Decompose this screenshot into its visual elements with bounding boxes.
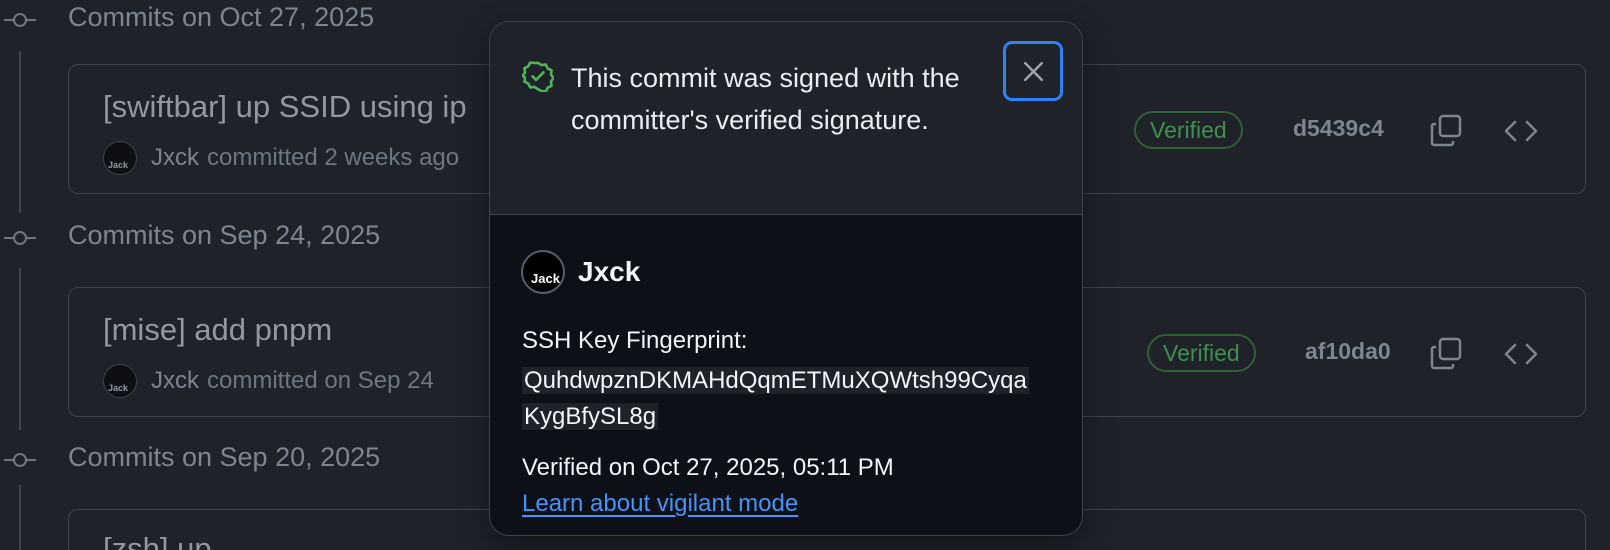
avatar-label: Jack (108, 160, 129, 170)
copy-icon[interactable] (1427, 111, 1467, 151)
commit-node-icon (4, 230, 36, 246)
committed-text: committed on Sep 24 (207, 367, 434, 394)
group-title: Commits on Sep 20, 2025 (68, 442, 381, 472)
commit-meta: Jack Jxck committed on Sep 24 (103, 364, 434, 398)
commit-node-icon (4, 12, 36, 28)
verified-badge[interactable]: Verified (1147, 334, 1256, 372)
shield-check-icon (522, 61, 554, 92)
commit-meta: Jack Jxck committed 2 weeks ago (103, 141, 459, 175)
verified-date: Verified on Oct 27, 2025, 05:11 PM (522, 454, 894, 481)
avatar[interactable]: Jack (103, 141, 137, 175)
popover-header: This commit was signed with the committe… (490, 22, 1082, 215)
author-link[interactable]: Jxck (151, 144, 199, 172)
commit-title-link[interactable]: [zsh] up (103, 531, 212, 550)
key-label: SSH Key Fingerprint: (522, 327, 748, 354)
avatar-label: Jack (531, 271, 560, 286)
signature-popover: This commit was signed with the committe… (489, 21, 1083, 536)
learn-link[interactable]: Learn about vigilant mode (522, 490, 798, 518)
group-title: Commits on Sep 24, 2025 (68, 220, 381, 250)
fingerprint-line: KygBfySL8g (522, 403, 659, 430)
close-button[interactable] (1003, 41, 1063, 101)
committed-text: committed 2 weeks ago (207, 144, 460, 171)
timeline-line (19, 268, 21, 430)
avatar[interactable]: Jack (521, 250, 565, 294)
verified-badge[interactable]: Verified (1134, 111, 1243, 149)
avatar[interactable]: Jack (103, 364, 137, 398)
copy-icon[interactable] (1427, 334, 1467, 374)
commit-sha[interactable]: af10da0 (1305, 338, 1391, 365)
group-title: Commits on Oct 27, 2025 (68, 2, 375, 32)
commit-title-link[interactable]: [mise] add pnpm (103, 312, 332, 348)
author-link[interactable]: Jxck (151, 367, 199, 395)
user-name-link[interactable]: Jxck (578, 256, 640, 288)
commit-node-icon (4, 452, 36, 468)
signature-message: This commit was signed with the committe… (571, 63, 960, 135)
avatar-label: Jack (108, 383, 129, 393)
key-fingerprint: QuhdwpznDKMAHdQqmETMuXQWtsh99Cyqa KygBfy… (522, 363, 1042, 435)
fingerprint-line: QuhdwpznDKMAHdQqmETMuXQWtsh99Cyqa (522, 367, 1029, 394)
x-icon (1023, 61, 1043, 81)
commit-title-link[interactable]: [swiftbar] up SSID using ip (103, 89, 467, 125)
timeline-line (19, 51, 21, 213)
code-icon[interactable] (1501, 111, 1541, 151)
code-icon[interactable] (1501, 334, 1541, 374)
timeline-line (19, 485, 21, 550)
commit-sha[interactable]: d5439c4 (1293, 115, 1384, 142)
